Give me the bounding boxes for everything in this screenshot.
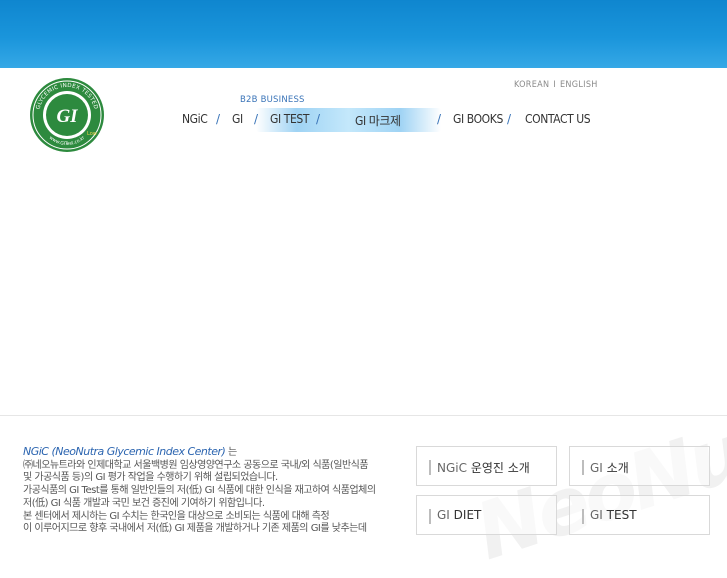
intro-lead: NGiC (NeoNutra Glycemic Index Center)	[23, 445, 226, 458]
tile-ngic-staff[interactable]: NGiC 운영진 소개	[416, 446, 557, 486]
tile-bar	[582, 509, 584, 524]
intro-line: ㈜네오뉴트라와 인제대학교 서울백병원 임상영양연구소 공동으로 국내/외 식품…	[23, 459, 369, 471]
intro-line: 가공식품의 GI Test를 통해 일반인들의 저(低) GI 식품에 대한 인…	[23, 485, 376, 497]
lang-korean-link[interactable]: KOREAN	[514, 80, 549, 90]
intro-text: NGiC (NeoNutra Glycemic Index Center) 는 …	[23, 445, 403, 536]
lang-english-link[interactable]: ENGLISH	[560, 80, 598, 90]
lang-separator: I	[553, 80, 557, 90]
intro-lead-suffix: 는	[225, 447, 237, 458]
logo-center-text: GI	[56, 106, 78, 127]
tile-bar	[429, 460, 431, 475]
b2b-business-label: B2B BUSINESS	[240, 95, 305, 105]
nav-separator: /	[507, 112, 512, 126]
nav-separator: /	[316, 112, 321, 126]
intro-line: 이 이루어지므로 향후 국내에서 저(低) GI 제품을 개발하거나 기존 제품…	[23, 523, 367, 535]
top-banner	[0, 0, 727, 68]
nav-separator: /	[254, 112, 259, 126]
nav-item-ngic[interactable]: NGiC	[182, 112, 208, 126]
nav-item-gi[interactable]: GI	[232, 112, 243, 126]
gi-tested-logo[interactable]: GI Low GLYCEMIC INDEX TESTED www.GITest.…	[29, 77, 105, 153]
nav-item-gi-books[interactable]: GI BOOKS	[453, 112, 503, 126]
tile-bar	[429, 509, 431, 524]
nav-item-contact-us[interactable]: CONTACT US	[525, 112, 591, 126]
tile-gi-diet[interactable]: GI DIET	[416, 495, 557, 535]
nav-item-gi-test[interactable]: GI TEST	[270, 112, 309, 126]
language-switcher: KOREAN I ENGLISH	[514, 80, 598, 90]
tile-label: GI TEST	[590, 508, 637, 522]
tile-bar	[582, 460, 584, 475]
tile-label: GI DIET	[437, 508, 482, 522]
tile-gi-test[interactable]: GI TEST	[569, 495, 710, 535]
intro-line: 본 센터에서 제시하는 GI 수치는 한국인을 대상으로 소비되는 식품에 대해…	[23, 510, 330, 522]
tile-label: GI 소개	[590, 461, 629, 475]
nav-item-gi-mark[interactable]: GI 마크제	[355, 112, 401, 129]
nav-separator: /	[216, 112, 221, 126]
tile-label: NGiC 운영진 소개	[437, 461, 530, 475]
section-divider	[0, 415, 727, 416]
tile-gi-intro[interactable]: GI 소개	[569, 446, 710, 486]
nav-separator: /	[437, 112, 442, 126]
intro-line: 및 가공식품 등)의 GI 평가 작업을 수행하기 위해 설립되었습니다.	[23, 472, 278, 484]
logo-badge: Low	[87, 131, 97, 137]
intro-line: 저(低) GI 식품 개발과 국민 보건 증진에 기여하기 위함입니다.	[23, 497, 265, 509]
